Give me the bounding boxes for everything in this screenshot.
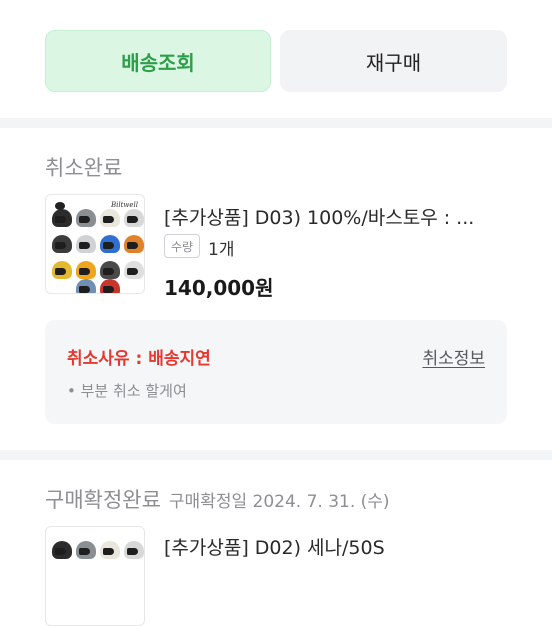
product-price: 140,000원 bbox=[164, 276, 274, 300]
order-status-title: 구매확정완료 구매확정일 2024. 7. 31. (수) bbox=[45, 484, 390, 514]
helmet-image bbox=[76, 235, 96, 253]
helmet-image bbox=[100, 209, 120, 227]
product-thumbnail[interactable]: Biltwell bbox=[45, 194, 145, 294]
helmet-image bbox=[100, 235, 120, 253]
helmet-image bbox=[52, 209, 72, 227]
rebuy-button[interactable]: 재구매 bbox=[280, 30, 507, 92]
order-status-label: 구매확정완료 bbox=[45, 488, 161, 512]
product-name[interactable]: [추가상품] D02) 세나/50S bbox=[164, 533, 385, 560]
helmet-image bbox=[76, 279, 96, 293]
brand-logo-text: Biltwell bbox=[110, 201, 138, 209]
cancel-info-box: 취소사유 : 배송지연 취소정보 • 부분 취소 할게여 bbox=[45, 320, 507, 424]
cancel-note: • 부분 취소 할게여 bbox=[67, 382, 187, 400]
helmet-image bbox=[124, 541, 144, 559]
helmet-image bbox=[52, 235, 72, 253]
order-status-title: 취소완료 bbox=[45, 156, 123, 180]
quantity-value: 1개 bbox=[208, 240, 235, 260]
helmet-image bbox=[100, 279, 120, 293]
product-thumbnail[interactable] bbox=[45, 526, 145, 626]
product-name[interactable]: [추가상품] D03) 100%/바스토우 : ... bbox=[164, 203, 474, 230]
helmet-image bbox=[76, 261, 96, 279]
helmet-image bbox=[52, 541, 72, 559]
helmet-image bbox=[76, 541, 96, 559]
purchase-confirm-date: 구매확정일 2024. 7. 31. (수) bbox=[168, 492, 390, 512]
helmet-image bbox=[124, 261, 144, 279]
helmet-image bbox=[76, 209, 96, 227]
helmet-image bbox=[124, 235, 144, 253]
section-divider bbox=[0, 118, 552, 128]
track-delivery-button[interactable]: 배송조회 bbox=[45, 30, 271, 92]
quantity-label-badge: 수량 bbox=[164, 234, 200, 258]
helmet-image bbox=[100, 261, 120, 279]
helmet-image bbox=[100, 541, 120, 559]
section-divider bbox=[0, 450, 552, 460]
helmet-image bbox=[124, 209, 144, 227]
cancel-reason: 취소사유 : 배송지연 bbox=[67, 349, 211, 369]
cancel-info-link[interactable]: 취소정보 bbox=[422, 344, 485, 369]
helmet-image bbox=[52, 261, 72, 279]
